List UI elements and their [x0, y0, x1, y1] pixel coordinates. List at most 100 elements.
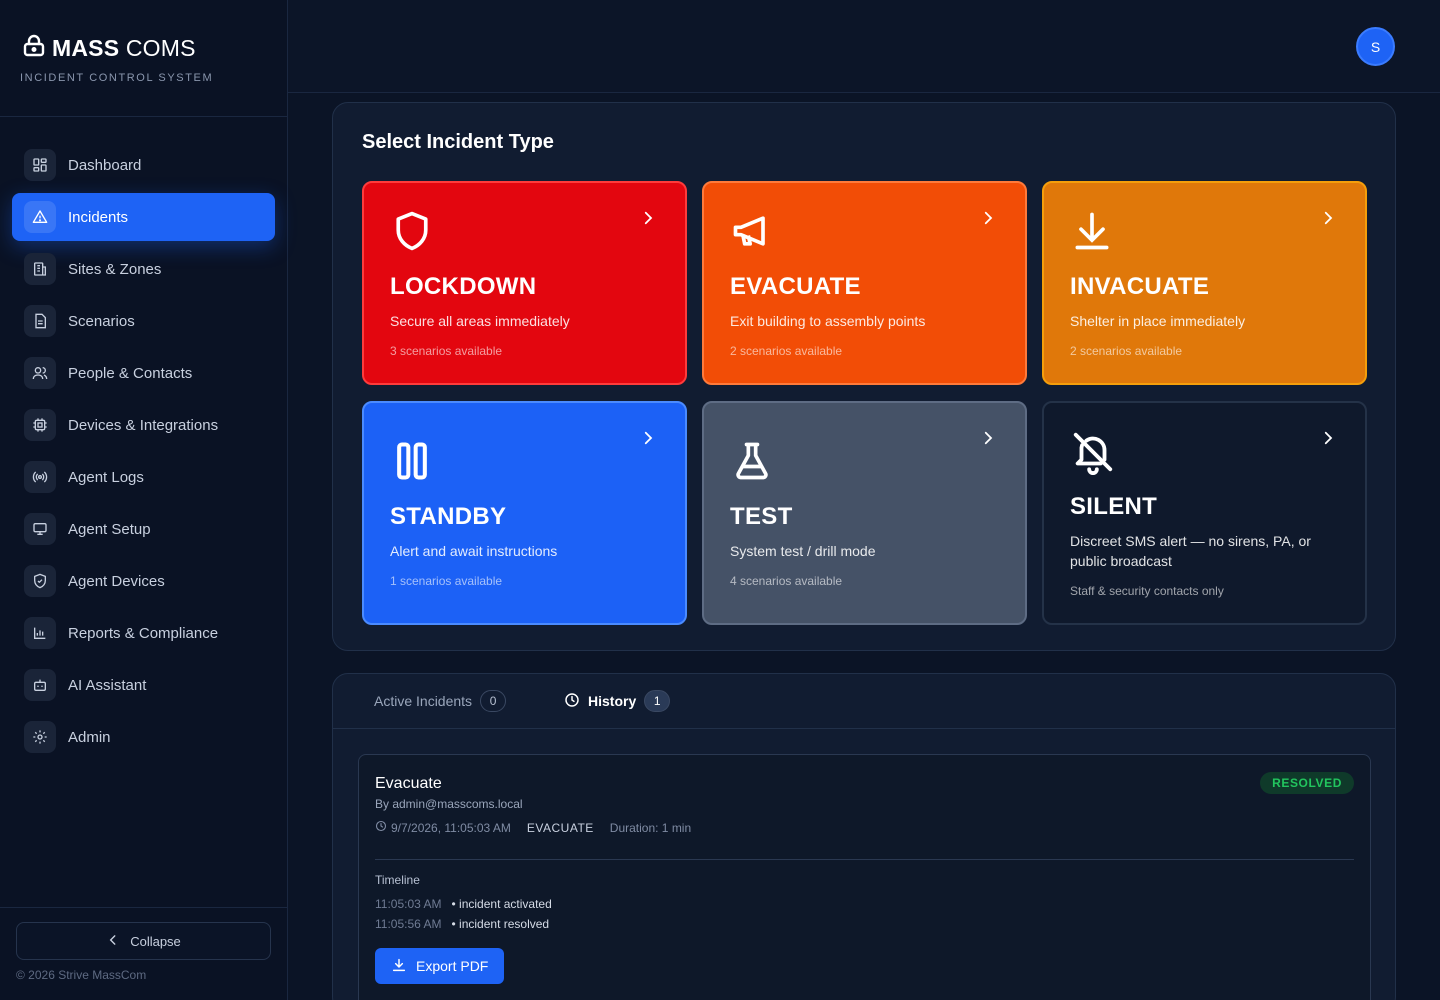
sidebar-item-incidents[interactable]: Incidents	[12, 193, 275, 241]
sidebar-item-label: Agent Devices	[68, 572, 165, 590]
card-description: Shelter in place immediately	[1070, 313, 1246, 329]
incident-type-panel: Select Incident Type LOCKDOWN Secure all…	[332, 102, 1396, 651]
incident-timestamp: 9/7/2026, 11:05:03 AM	[391, 820, 511, 835]
sidebar-item-admin[interactable]: Admin	[12, 713, 275, 761]
sidebar-item-label: Devices & Integrations	[68, 416, 219, 434]
pause-icon	[390, 439, 434, 488]
megaphone-icon	[730, 209, 774, 258]
export-pdf-button[interactable]: Export PDF	[375, 948, 505, 984]
incident-card-invacuate[interactable]: INVACUATE Shelter in place immediately 2…	[1042, 181, 1367, 385]
collapse-button[interactable]: Collapse	[16, 922, 271, 960]
chip-icon	[24, 409, 56, 441]
tab-label: Active Incidents	[374, 693, 473, 709]
alert-triangle-icon	[24, 201, 56, 233]
shield-icon	[390, 209, 434, 258]
card-description: Alert and await instructions	[390, 543, 558, 559]
incident-card-evacuate[interactable]: EVACUATE Exit building to assembly point…	[702, 181, 1027, 385]
avatar[interactable]: S	[1356, 27, 1395, 66]
sidebar-item-agent-setup[interactable]: Agent Setup	[12, 505, 275, 553]
card-title: EVACUATE	[730, 273, 861, 300]
timeline-title: Timeline	[375, 873, 420, 887]
card-title: TEST	[730, 503, 793, 530]
timeline-event: • incident resolved	[451, 917, 550, 931]
incident-history-card[interactable]: Evacuate By admin@masscoms.local 9/7/202…	[358, 754, 1371, 1000]
card-meta: 1 scenarios available	[390, 574, 503, 588]
card-description: Discreet SMS alert — no sirens, PA, or p…	[1070, 533, 1311, 569]
timeline-entry: 11:05:03 AM • incident activated	[375, 897, 552, 911]
sidebar-item-label: Dashboard	[68, 156, 142, 174]
chevron-right-icon	[639, 429, 657, 452]
chevron-right-icon	[1319, 429, 1337, 452]
chevron-right-icon	[639, 209, 657, 232]
incident-author: By admin@masscoms.local	[375, 797, 523, 811]
chevron-right-icon	[1319, 209, 1337, 232]
timeline-entry: 11:05:56 AM • incident resolved	[375, 917, 549, 931]
broadcast-icon	[24, 461, 56, 493]
brand-name: MASS COMS	[52, 35, 196, 61]
sidebar-item-sites-zones[interactable]: Sites & Zones	[12, 245, 275, 293]
sidebar-item-agent-logs[interactable]: Agent Logs	[12, 453, 275, 501]
top-bar: S	[288, 0, 1440, 93]
card-meta: 3 scenarios available	[390, 344, 503, 358]
card-meta: 2 scenarios available	[1070, 344, 1183, 358]
incident-tabs: Active Incidents 0 History 1	[333, 674, 1395, 729]
sidebar-item-label: Agent Setup	[68, 520, 151, 538]
sidebar: MASS COMS INCIDENT CONTROL SYSTEM Dashbo…	[0, 0, 288, 1000]
incident-card-lockdown[interactable]: LOCKDOWN Secure all areas immediately 3 …	[362, 181, 687, 385]
incident-card-standby[interactable]: STANDBY Alert and await instructions 1 s…	[362, 401, 687, 625]
building-icon	[24, 253, 56, 285]
incident-type: EVACUATE	[526, 820, 594, 835]
tab-label: History	[588, 693, 637, 709]
incident-card-test[interactable]: TEST System test / drill mode 4 scenario…	[702, 401, 1027, 625]
brand-subtitle: INCIDENT CONTROL SYSTEM	[20, 72, 214, 84]
chevron-right-icon	[979, 209, 997, 232]
sidebar-item-agent-devices[interactable]: Agent Devices	[12, 557, 275, 605]
bot-icon	[24, 669, 56, 701]
timeline-event: • incident activated	[451, 897, 552, 911]
card-title: SILENT	[1070, 493, 1158, 520]
sidebar-item-devices-integrations[interactable]: Devices & Integrations	[12, 401, 275, 449]
card-title: INVACUATE	[1070, 273, 1210, 300]
copyright: © 2026 Strive MassCom	[16, 968, 147, 982]
tab-history[interactable]: History 1	[564, 690, 671, 712]
card-title: LOCKDOWN	[390, 273, 537, 300]
shield-check-icon	[24, 565, 56, 597]
card-meta: 2 scenarios available	[730, 344, 843, 358]
sidebar-item-reports-compliance[interactable]: Reports & Compliance	[12, 609, 275, 657]
status-badge: RESOLVED	[1260, 772, 1354, 794]
timeline-time: 11:05:03 AM	[375, 897, 442, 911]
brand: MASS COMS INCIDENT CONTROL SYSTEM	[0, 0, 287, 117]
sidebar-item-people-contacts[interactable]: People & Contacts	[12, 349, 275, 397]
users-icon	[24, 357, 56, 389]
count-badge: 1	[644, 690, 671, 712]
lock-icon	[22, 34, 46, 63]
sidebar-item-label: Admin	[68, 728, 111, 746]
monitor-icon	[24, 513, 56, 545]
sidebar-item-ai-assistant[interactable]: AI Assistant	[12, 661, 275, 709]
incident-title: Evacuate	[375, 775, 442, 792]
card-meta: 4 scenarios available	[730, 574, 843, 588]
export-label: Export PDF	[416, 958, 489, 974]
incidents-panel: Active Incidents 0 History 1 Evacuate By…	[332, 673, 1396, 1000]
sidebar-item-label: Scenarios	[68, 312, 135, 330]
sidebar-item-label: Agent Logs	[68, 468, 144, 486]
card-description: Secure all areas immediately	[390, 313, 570, 329]
sidebar-item-dashboard[interactable]: Dashboard	[12, 141, 275, 189]
panel-title: Select Incident Type	[362, 131, 554, 153]
sidebar-nav: Dashboard Incidents Sites & Zones Scenar…	[0, 117, 287, 761]
divider	[375, 859, 1354, 860]
chevron-right-icon	[979, 429, 997, 452]
sidebar-item-label: AI Assistant	[68, 676, 147, 694]
timeline-time: 11:05:56 AM	[375, 917, 442, 931]
sidebar-footer: Collapse © 2026 Strive MassCom	[0, 907, 287, 1000]
count-badge: 0	[480, 690, 507, 712]
sidebar-item-label: Reports & Compliance	[68, 624, 219, 642]
tab-active-incidents[interactable]: Active Incidents 0	[374, 690, 507, 712]
clock-icon	[375, 820, 387, 835]
card-description: System test / drill mode	[730, 543, 876, 559]
chevron-left-icon	[106, 933, 120, 950]
sidebar-item-scenarios[interactable]: Scenarios	[12, 297, 275, 345]
sidebar-item-label: People & Contacts	[68, 364, 193, 382]
download-icon	[391, 957, 407, 976]
incident-card-silent[interactable]: SILENT Discreet SMS alert — no sirens, P…	[1042, 401, 1367, 625]
